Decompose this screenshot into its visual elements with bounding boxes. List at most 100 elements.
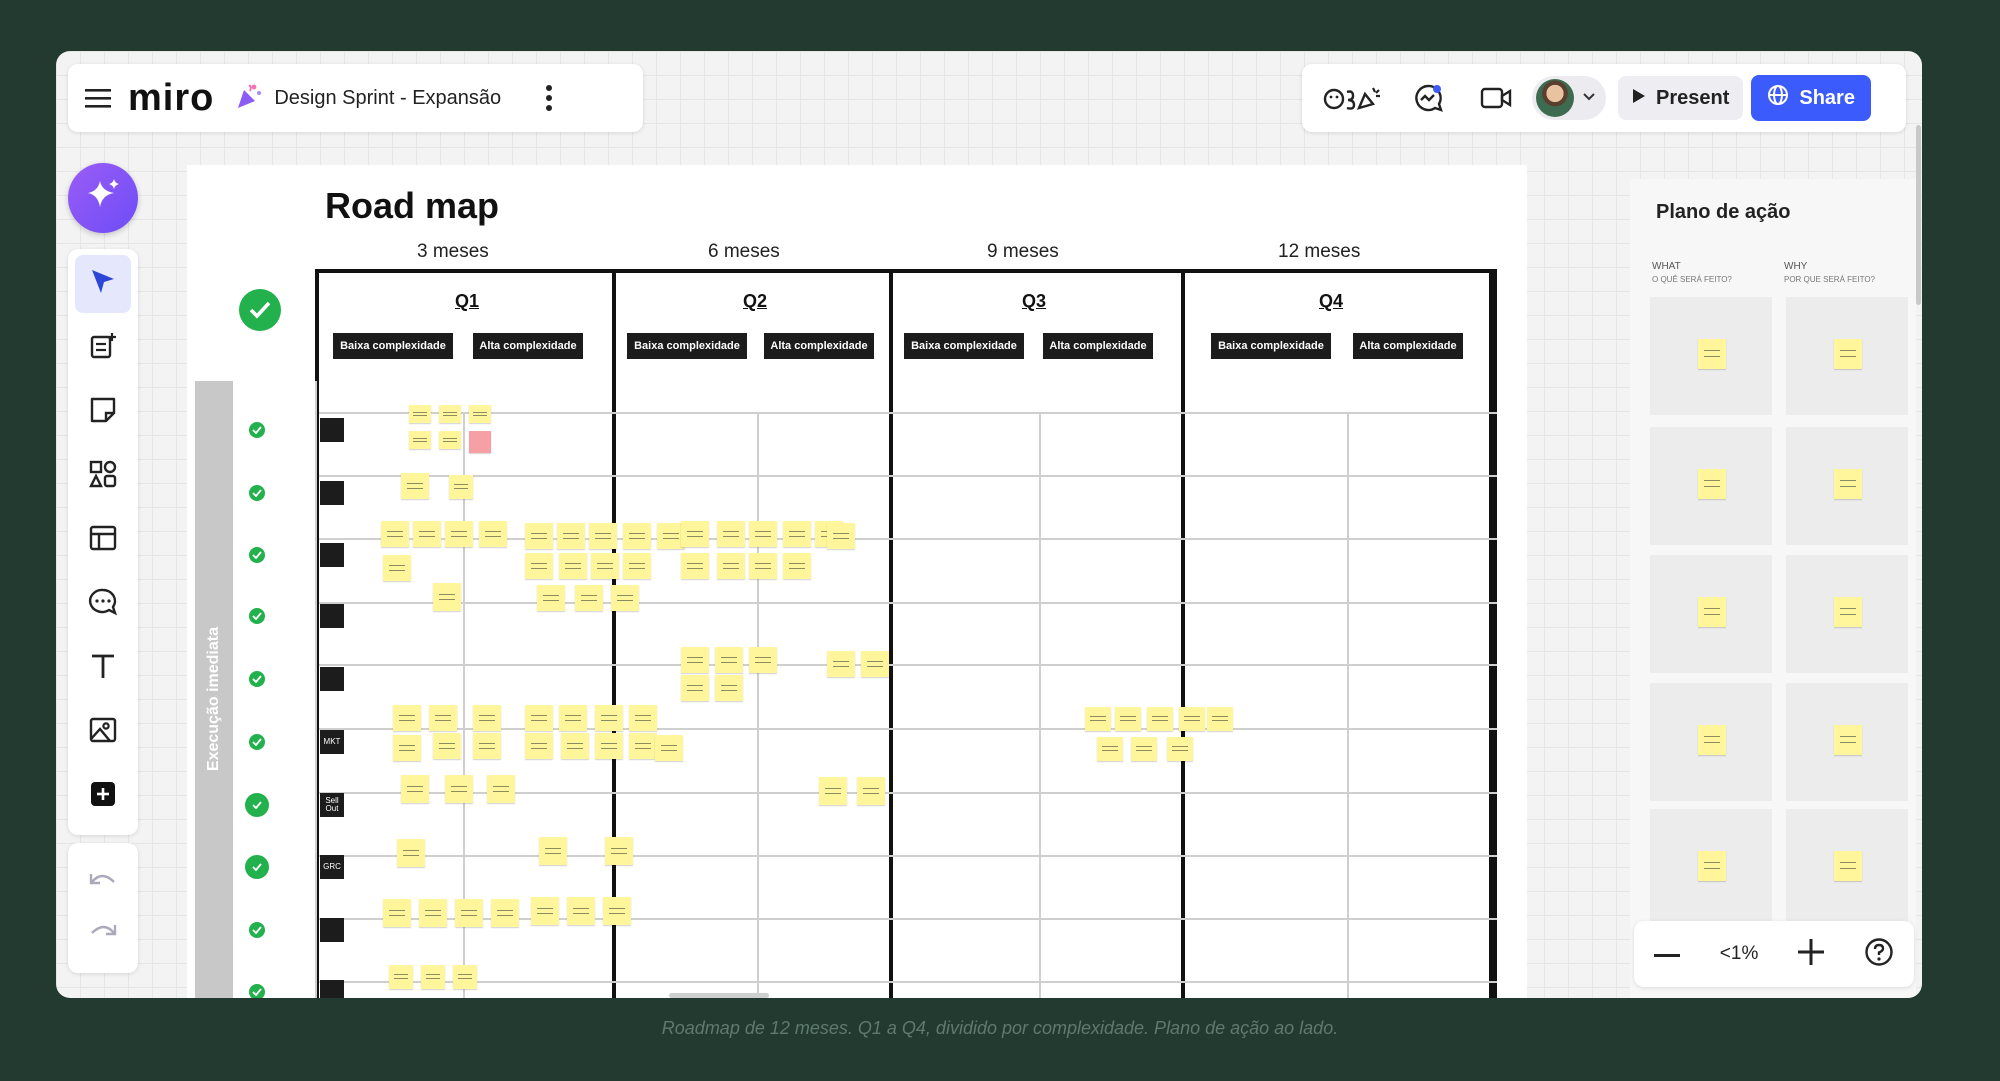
upload-tool[interactable]: [75, 703, 131, 761]
sticky-note[interactable]: [1179, 707, 1205, 731]
sticky-note[interactable]: [1085, 707, 1111, 731]
undo-icon[interactable]: [88, 870, 118, 895]
sticky-note[interactable]: [595, 733, 623, 759]
sticky-note[interactable]: [401, 775, 429, 803]
sticky-note[interactable]: [433, 733, 461, 759]
sticky-note[interactable]: [487, 775, 515, 803]
sticky-note[interactable]: [681, 675, 709, 701]
sticky-note[interactable]: [421, 965, 445, 989]
sticky-note[interactable]: [629, 733, 657, 759]
sticky-note[interactable]: [783, 553, 811, 579]
sticky-note[interactable]: [623, 553, 651, 579]
sticky-note[interactable]: [397, 839, 425, 867]
sticky-note[interactable]: [413, 521, 441, 547]
sticky-note[interactable]: [591, 553, 619, 579]
sticky-note[interactable]: [717, 553, 745, 579]
sticky-note[interactable]: [445, 521, 473, 547]
sticky-note[interactable]: [401, 473, 429, 499]
sticky-note[interactable]: [1698, 339, 1726, 369]
sticky-note[interactable]: [469, 405, 491, 423]
sticky-note[interactable]: [537, 585, 565, 611]
sticky-note[interactable]: [623, 523, 651, 549]
sticky-note[interactable]: [575, 585, 603, 611]
sticky-note[interactable]: [629, 705, 657, 731]
sticky-note[interactable]: [539, 837, 567, 865]
sticky-note[interactable]: [681, 521, 709, 547]
menu-icon[interactable]: [76, 76, 120, 120]
sticky-note[interactable]: [409, 405, 431, 423]
sticky-note[interactable]: [429, 705, 457, 731]
sticky-note[interactable]: [857, 777, 885, 805]
sticky-note[interactable]: [445, 775, 473, 803]
sticky-note[interactable]: [419, 899, 447, 927]
redo-icon[interactable]: [88, 921, 118, 946]
roadmap-frame[interactable]: Road map 3 meses 6 meses 9 meses 12 mese…: [187, 165, 1527, 998]
sticky-note[interactable]: [389, 965, 413, 989]
sticky-note[interactable]: [1115, 707, 1141, 731]
sticky-note[interactable]: [783, 521, 811, 547]
sticky-note[interactable]: [559, 705, 587, 731]
video-call-icon[interactable]: [1474, 76, 1518, 120]
comment-tool[interactable]: [75, 575, 131, 633]
sticky-note[interactable]: [1698, 597, 1726, 627]
sticky-note[interactable]: [1698, 725, 1726, 755]
sticky-note[interactable]: [439, 431, 461, 449]
sticky-note[interactable]: [557, 523, 585, 549]
vertical-scrollbar[interactable]: [1916, 125, 1921, 305]
sticky-note[interactable]: [433, 583, 461, 611]
zoom-level[interactable]: <1%: [1720, 943, 1759, 965]
sticky-note[interactable]: [1097, 737, 1123, 761]
sticky-note[interactable]: [479, 521, 507, 547]
chevron-down-icon[interactable]: [1582, 89, 1596, 107]
sticky-note[interactable]: [1698, 469, 1726, 499]
sticky-note[interactable]: [827, 651, 855, 677]
sticky-note[interactable]: [525, 733, 553, 759]
sticky-note[interactable]: [1131, 737, 1157, 761]
sticky-note[interactable]: [605, 837, 633, 865]
ai-assistant-button[interactable]: [68, 163, 138, 233]
sticky-note[interactable]: [681, 553, 709, 579]
sticky-note[interactable]: [1834, 725, 1862, 755]
frame-tool[interactable]: [75, 511, 131, 569]
more-apps-tool[interactable]: [75, 767, 131, 825]
board-title[interactable]: Design Sprint - Expansão: [274, 87, 501, 110]
sticky-note[interactable]: [381, 521, 409, 547]
sticky-note[interactable]: [1698, 851, 1726, 881]
sticky-note[interactable]: [1207, 707, 1233, 731]
sticky-note[interactable]: [491, 899, 519, 927]
sticky-note[interactable]: [525, 523, 553, 549]
sticky-note[interactable]: [383, 899, 411, 927]
avatar[interactable]: [1536, 79, 1574, 117]
sticky-note[interactable]: [1167, 737, 1193, 761]
sticky-note[interactable]: [531, 897, 559, 925]
shapes-tool[interactable]: [75, 447, 131, 505]
sticky-note[interactable]: [717, 521, 745, 547]
select-tool[interactable]: [75, 255, 131, 313]
sticky-note[interactable]: [449, 475, 473, 499]
party-popper-icon[interactable]: [234, 81, 264, 116]
sticky-note[interactable]: [1834, 469, 1862, 499]
sticky-note[interactable]: [715, 647, 743, 673]
sticky-note[interactable]: [561, 733, 589, 759]
sticky-note[interactable]: [1834, 597, 1862, 627]
miro-logo[interactable]: miro: [128, 77, 214, 120]
sticky-note[interactable]: [393, 705, 421, 731]
sticky-note[interactable]: [473, 733, 501, 759]
sticky-note[interactable]: [455, 899, 483, 927]
sticky-note[interactable]: [827, 523, 855, 549]
sticky-note[interactable]: [681, 647, 709, 673]
present-button[interactable]: Present: [1618, 76, 1744, 120]
sticky-note[interactable]: [819, 777, 847, 805]
horizontal-scrollbar[interactable]: [669, 993, 769, 998]
sticky-note[interactable]: [393, 735, 421, 761]
sticky-note[interactable]: [469, 431, 491, 453]
sticky-note[interactable]: [861, 651, 889, 677]
sticky-note[interactable]: [1834, 339, 1862, 369]
sticky-note-tool[interactable]: [75, 383, 131, 441]
help-icon[interactable]: [1864, 937, 1894, 972]
sticky-note[interactable]: [655, 735, 683, 761]
sticky-note[interactable]: [453, 965, 477, 989]
share-button[interactable]: Share: [1751, 75, 1871, 121]
sticky-note[interactable]: [525, 705, 553, 731]
sticky-note[interactable]: [595, 705, 623, 731]
